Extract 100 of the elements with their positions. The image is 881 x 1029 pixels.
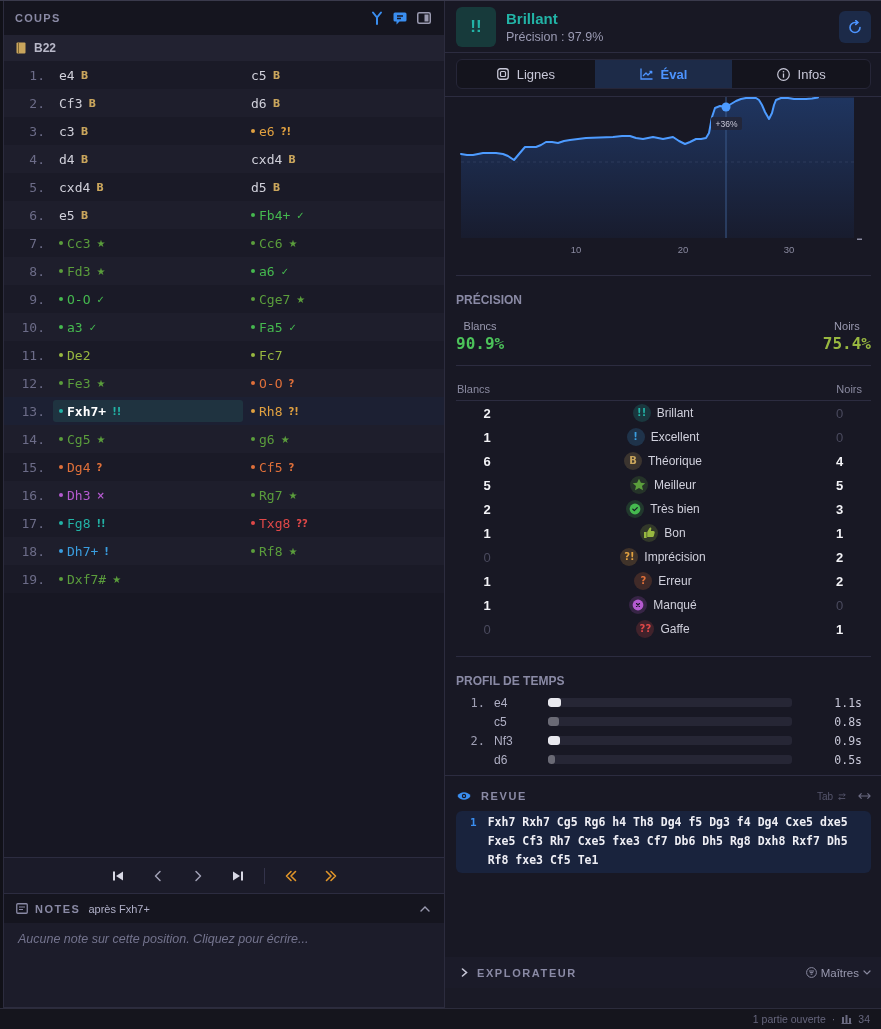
move-number: 2. bbox=[470, 733, 485, 748]
move-number: 2. bbox=[28, 95, 45, 111]
move-button[interactable]: Fb4+ ✓ bbox=[245, 204, 311, 226]
accuracy-value: 90.9% bbox=[456, 334, 505, 353]
tick-mark bbox=[857, 238, 862, 240]
axis-label: 30 bbox=[783, 244, 795, 255]
section-title: PROFIL DE TEMPS bbox=[456, 674, 565, 688]
move-button[interactable]: Txg8 ?? bbox=[245, 512, 314, 534]
move-button[interactable]: a3 ✓ bbox=[53, 316, 104, 338]
move-button[interactable]: g6 ★ bbox=[245, 428, 296, 450]
move-button[interactable]: Cf3 B bbox=[53, 92, 103, 114]
move-number: 15. bbox=[20, 459, 45, 475]
move-button[interactable]: Cc3 ★ bbox=[53, 232, 112, 254]
move-count: 0 bbox=[483, 621, 491, 637]
move-button[interactable]: Rg7 ★ bbox=[245, 484, 304, 506]
move-count: 0 bbox=[483, 549, 491, 565]
move-label: e4 bbox=[493, 695, 509, 710]
double-arrow-icon[interactable] bbox=[858, 792, 871, 800]
move-button[interactable]: d4 B bbox=[53, 148, 95, 170]
move-button[interactable]: Fc7 bbox=[245, 344, 289, 366]
move-button[interactable]: e4 B bbox=[53, 64, 95, 86]
sidebar-icon[interactable] bbox=[417, 12, 431, 24]
refresh-button[interactable] bbox=[839, 10, 871, 43]
move-button[interactable]: a6 ✓ bbox=[245, 260, 296, 282]
move-button[interactable]: Fxh7+ !! bbox=[53, 400, 243, 422]
chevron-up-icon[interactable] bbox=[420, 905, 430, 912]
move-button[interactable]: d6 B bbox=[245, 92, 287, 114]
last-icon[interactable] bbox=[231, 869, 244, 882]
move-number: 9. bbox=[28, 291, 45, 307]
axis-label: 10 bbox=[570, 244, 582, 255]
marker-dot bbox=[721, 102, 731, 112]
move-number: 4. bbox=[28, 151, 45, 167]
move-count: 5 bbox=[483, 477, 491, 493]
double-chevron-left-icon[interactable] bbox=[284, 869, 297, 882]
move-button[interactable]: O-O ? bbox=[245, 372, 301, 394]
move-button[interactable]: Fa5 ✓ bbox=[245, 316, 303, 338]
move-count: 2 bbox=[835, 549, 844, 565]
tab[interactable]: Éval bbox=[594, 60, 733, 88]
move-button[interactable]: e5 B bbox=[53, 204, 95, 226]
move-label: c5 bbox=[493, 714, 508, 729]
move-button[interactable]: c3 B bbox=[53, 120, 95, 142]
move-button[interactable]: cxd4 B bbox=[245, 148, 302, 170]
move-button[interactable]: Cge7 ★ bbox=[245, 288, 312, 310]
move-number: 1. bbox=[470, 695, 485, 710]
info-icon bbox=[776, 67, 790, 81]
star-icon bbox=[630, 476, 648, 494]
move-button[interactable]: Fd3 ★ bbox=[53, 260, 112, 282]
move-number: 17. bbox=[20, 515, 45, 531]
move-button[interactable]: cxd4 B bbox=[53, 176, 110, 198]
status-text: 1 partie ouverte bbox=[752, 1013, 826, 1025]
chevron-down-icon bbox=[863, 970, 871, 975]
move-button[interactable]: Cf5 ? bbox=[245, 456, 301, 478]
move-button[interactable]: Cg5 ★ bbox=[53, 428, 112, 450]
move-button[interactable]: c5 B bbox=[245, 64, 287, 86]
move-button[interactable]: Rh8 ?! bbox=[245, 400, 305, 422]
glyph-badge: B bbox=[623, 452, 642, 470]
move-button[interactable]: O-O ✓ bbox=[53, 288, 111, 310]
opening-code: B22 bbox=[34, 41, 56, 55]
chevron-right-icon[interactable] bbox=[461, 968, 468, 977]
move-accuracy: Précision : 97.9% bbox=[506, 29, 604, 44]
thumbs-up-icon bbox=[640, 524, 659, 542]
first-icon[interactable] bbox=[111, 869, 124, 882]
review-title: REVUE bbox=[481, 790, 527, 802]
tab[interactable]: Infos bbox=[732, 60, 870, 88]
move-number: 7. bbox=[28, 235, 45, 251]
classification-label: Manqué bbox=[653, 598, 697, 612]
game-count: 34 bbox=[858, 1013, 870, 1025]
glyph-badge: !! bbox=[632, 404, 651, 422]
line-number: 1 bbox=[470, 815, 477, 831]
move-button[interactable]: Dg4 ? bbox=[53, 456, 109, 478]
move-button[interactable]: Rf8 ★ bbox=[245, 540, 304, 562]
square-icon bbox=[496, 68, 509, 80]
notes-field[interactable]: Aucune note sur cette position. Cliquez pour écrire... bbox=[4, 923, 444, 1007]
panel-title: COUPS bbox=[15, 12, 61, 24]
value-label: +36% bbox=[711, 117, 742, 130]
move-button[interactable]: Dh3 × bbox=[53, 484, 111, 506]
move-button[interactable]: Cc6 ★ bbox=[245, 232, 304, 254]
move-button[interactable]: Dxf7# ★ bbox=[53, 568, 128, 590]
move-button[interactable]: Fe3 ★ bbox=[53, 372, 112, 394]
move-button[interactable]: e6 ?! bbox=[245, 120, 298, 142]
filter-icon bbox=[805, 967, 817, 978]
book-icon bbox=[16, 42, 26, 54]
source-dropdown[interactable]: Maîtres bbox=[805, 966, 871, 979]
comment-icon[interactable] bbox=[393, 11, 407, 25]
variation-card[interactable]: 1 Fxh7 Rxh7 Cg5 Rg6 h4 Th8 Dg4 f5 Dg3 f4 Dg4 Cxe5 dxe5 Fxe5 Cf3 Rh7 Cxe5 fxe3 Cf7 Db6 Dh5 Rg8 Dxh8 Rxf7 Dh5 Rf8 fxe3 Cf5 Te1 bbox=[456, 811, 871, 873]
note-icon bbox=[16, 903, 28, 914]
shortcut-hint: Tab bbox=[816, 790, 833, 802]
move-button[interactable]: Fg8 !! bbox=[53, 512, 112, 534]
status-separator: · bbox=[831, 1013, 836, 1025]
move-button[interactable]: De2 bbox=[53, 344, 97, 366]
move-button[interactable]: Dh7+ ! bbox=[53, 540, 115, 562]
move-button[interactable]: d5 B bbox=[245, 176, 287, 198]
move-number: 5. bbox=[28, 179, 45, 195]
explorer-title: EXPLORATEUR bbox=[477, 966, 577, 979]
fork-icon[interactable] bbox=[371, 11, 383, 25]
move-count: 0 bbox=[835, 429, 844, 445]
classification-title: Brillant bbox=[506, 9, 559, 27]
move-number: 19. bbox=[20, 571, 45, 587]
double-chevron-right-icon[interactable] bbox=[324, 869, 337, 882]
tab[interactable]: Lignes bbox=[457, 60, 595, 88]
